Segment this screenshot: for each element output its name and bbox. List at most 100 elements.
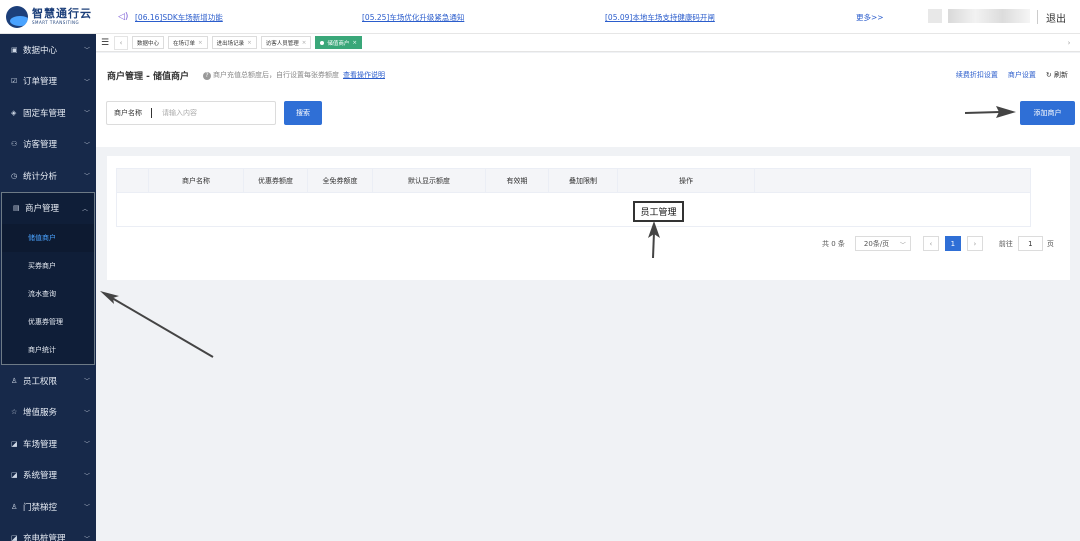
divider (1037, 10, 1038, 24)
total-count: 共 0 条 (822, 239, 845, 248)
notice-link-1[interactable]: [06.16]SDK车场新增功能 (135, 12, 223, 23)
pagination: 共 0 条 20条/页﹀ ‹ 1 › 前往 页 (822, 236, 1054, 251)
page-number-button[interactable]: 1 (944, 236, 961, 251)
tabs-scroll-left-icon[interactable]: ‹ (114, 35, 128, 50)
refresh-icon: ↻ (1045, 71, 1054, 79)
stats-icon: ◷ (11, 171, 18, 180)
staff-icon: ♙ (11, 376, 18, 385)
tab-strip: ☰ ‹ 数据中心 在场订单 × 进出场记录 × 访客人员管理 × 储值商户 × › (96, 34, 1080, 52)
close-icon[interactable]: × (352, 40, 357, 46)
column-default-quota: 默认显示额度 (373, 169, 486, 192)
logo-mark-icon (6, 5, 28, 28)
chevron-down-icon: ﹀ (83, 504, 90, 511)
logo[interactable]: 智慧通行云 SMART TRANSITING (0, 0, 120, 34)
sidebar-item-label: 车场管理 (23, 439, 58, 450)
dashboard-icon: ▣ (11, 45, 18, 54)
sidebar-item-system[interactable]: ◪ 系统管理 ﹀ (0, 460, 96, 492)
sidebar-item-label: 商户管理 (25, 204, 60, 215)
tab-current-orders[interactable]: 在场订单 × (168, 36, 208, 49)
sidebar-item-label: 增值服务 (23, 408, 58, 419)
search-input[interactable] (162, 109, 262, 117)
column-free-coupon-quota: 全免券额度 (308, 169, 373, 192)
next-page-icon[interactable]: › (966, 236, 983, 251)
sidebar-item-label: 统计分析 (23, 171, 58, 182)
chevron-down-icon: ﹀ (83, 441, 90, 448)
tab-stored-value-merchants[interactable]: 储值商户 × (315, 36, 363, 49)
sidebar-item-fixed-car[interactable]: ◈ 固定车管理 ﹀ (0, 97, 96, 129)
chevron-down-icon: ﹀ (899, 242, 906, 249)
staff-management-popup[interactable]: 员工管理 (633, 201, 684, 222)
sidebar-item-merchants[interactable]: ▤ 商户管理 ︿ (2, 193, 94, 225)
sidebar-item-staff-permissions[interactable]: ♙ 员工权限 ﹀ (0, 365, 96, 397)
close-icon[interactable]: × (247, 40, 252, 46)
merchant-table: 商户名称 优惠券额度 全免券额度 默认显示额度 有效期 叠加限制 操作 员工管理 (116, 168, 1031, 227)
tab-entry-exit-records[interactable]: 进出场记录 × (211, 36, 257, 49)
table-body-empty (117, 193, 1030, 226)
order-icon: ☑ (11, 77, 18, 86)
submenu-item-coupon-management[interactable]: 优惠券管理 (2, 308, 94, 336)
column-stacking-limit: 叠加限制 (549, 169, 618, 192)
menu-toggle-icon[interactable]: ☰ (96, 38, 114, 48)
column-merchant-name: 商户名称 (149, 169, 244, 192)
tab-data-center[interactable]: 数据中心 (132, 36, 165, 49)
goto-page-input[interactable] (1017, 236, 1043, 251)
submenu-item-merchant-stats[interactable]: 商户统计 (2, 336, 94, 364)
tabs-scroll-right-icon[interactable]: › (1062, 36, 1076, 50)
tab-visitor-management[interactable]: 访客人员管理 × (260, 36, 312, 49)
sidebar-item-data-center[interactable]: ▣ 数据中心 ﹀ (0, 34, 96, 66)
prev-page-icon[interactable]: ‹ (922, 236, 939, 251)
submenu-item-coupon-merchants[interactable]: 买券商户 (2, 252, 94, 280)
sidebar-item-visitors[interactable]: ⚇ 访客管理 ﹀ (0, 129, 96, 161)
user-name-blurred (948, 9, 1030, 23)
notice-link-2[interactable]: [05.25]车场优化升级紧急通知 (362, 12, 464, 23)
speaker-icon: ◁) (118, 12, 129, 22)
close-icon[interactable]: × (302, 40, 307, 46)
page-size-select[interactable]: 20条/页 ﹀ (854, 236, 911, 251)
help-link[interactable]: 查看操作说明 (343, 71, 385, 79)
brand-name-en: SMART TRANSITING (32, 20, 80, 25)
add-merchant-button[interactable]: 添加商户 (1020, 101, 1075, 125)
top-bar: 智慧通行云 SMART TRANSITING ◁) [06.16]SDK车场新增… (0, 0, 1080, 34)
sidebar-item-chargers[interactable]: ◪ 充电桩管理 ﹀ (0, 523, 96, 541)
submenu-item-transaction-query[interactable]: 流水查询 (2, 280, 94, 308)
merchant-menu-group: ▤ 商户管理 ︿ 储值商户 买券商户 流水查询 优惠券管理 商户统计 (1, 191, 95, 365)
sidebar-item-access-control[interactable]: ♙ 门禁梯控 ﹀ (0, 491, 96, 523)
sidebar-item-value-added[interactable]: ☆ 增值服务 ﹀ (0, 397, 96, 429)
submenu-item-stored-value-merchants[interactable]: 储值商户 (2, 224, 94, 252)
search-button[interactable]: 搜索 (284, 101, 322, 125)
chevron-down-icon: ﹀ (83, 47, 90, 54)
column-actions: 操作 (618, 169, 755, 192)
chevron-down-icon: ﹀ (83, 173, 90, 180)
chevron-down-icon: ﹀ (83, 409, 90, 417)
sidebar-item-orders[interactable]: ☑ 订单管理 ﹀ (0, 66, 96, 98)
page-title: 商户管理 - 储值商户 (107, 72, 190, 82)
logout-button[interactable]: 退出 (1046, 10, 1066, 25)
search-label: 商户名称 (107, 108, 152, 118)
avatar[interactable] (928, 9, 942, 23)
refresh-button[interactable]: ↻ 刷新 (1046, 70, 1068, 80)
sidebar-item-stats[interactable]: ◷ 统计分析 ﹀ (0, 160, 96, 192)
sidebar-item-parking-lots[interactable]: ◪ 车场管理 ﹀ (0, 428, 96, 460)
chevron-down-icon: ﹀ (83, 141, 90, 149)
header-actions: 续费折扣设置 商户设置 ↻ 刷新 (956, 70, 1068, 80)
sidebar-item-label: 数据中心 (23, 45, 58, 56)
more-link[interactable]: 更多>> (856, 12, 884, 23)
chevron-up-icon: ︿ (81, 205, 88, 213)
page-header-panel: 商户管理 - 储值商户 ? 商户充值总额度后，自行设置每张券额度 查看操作说明 续费… (96, 53, 1080, 147)
visitor-icon: ⚇ (11, 140, 18, 149)
help-icon: ? (203, 72, 211, 80)
notice-link-3[interactable]: [05.09]本地车场支持健康码开闸 (605, 12, 715, 23)
close-icon[interactable]: × (198, 40, 203, 46)
sidebar-item-label: 系统管理 (23, 471, 58, 482)
page-hint: ? 商户充值总额度后，自行设置每张券额度 查看操作说明 (203, 70, 385, 80)
system-icon: ◪ (11, 471, 18, 480)
renewal-discount-link[interactable]: 续费折扣设置 (956, 70, 998, 80)
arrow-to-merchant-menu (100, 291, 214, 358)
sidebar-item-label: 门禁梯控 (23, 502, 58, 513)
sidebar-item-label: 员工权限 (23, 376, 58, 387)
merchant-settings-link[interactable]: 商户设置 (1008, 70, 1036, 80)
sidebar-item-label: 订单管理 (23, 77, 58, 88)
star-icon: ☆ (11, 408, 18, 417)
merchant-search-field: 商户名称 (106, 101, 276, 125)
merchant-icon: ▤ (13, 204, 20, 213)
